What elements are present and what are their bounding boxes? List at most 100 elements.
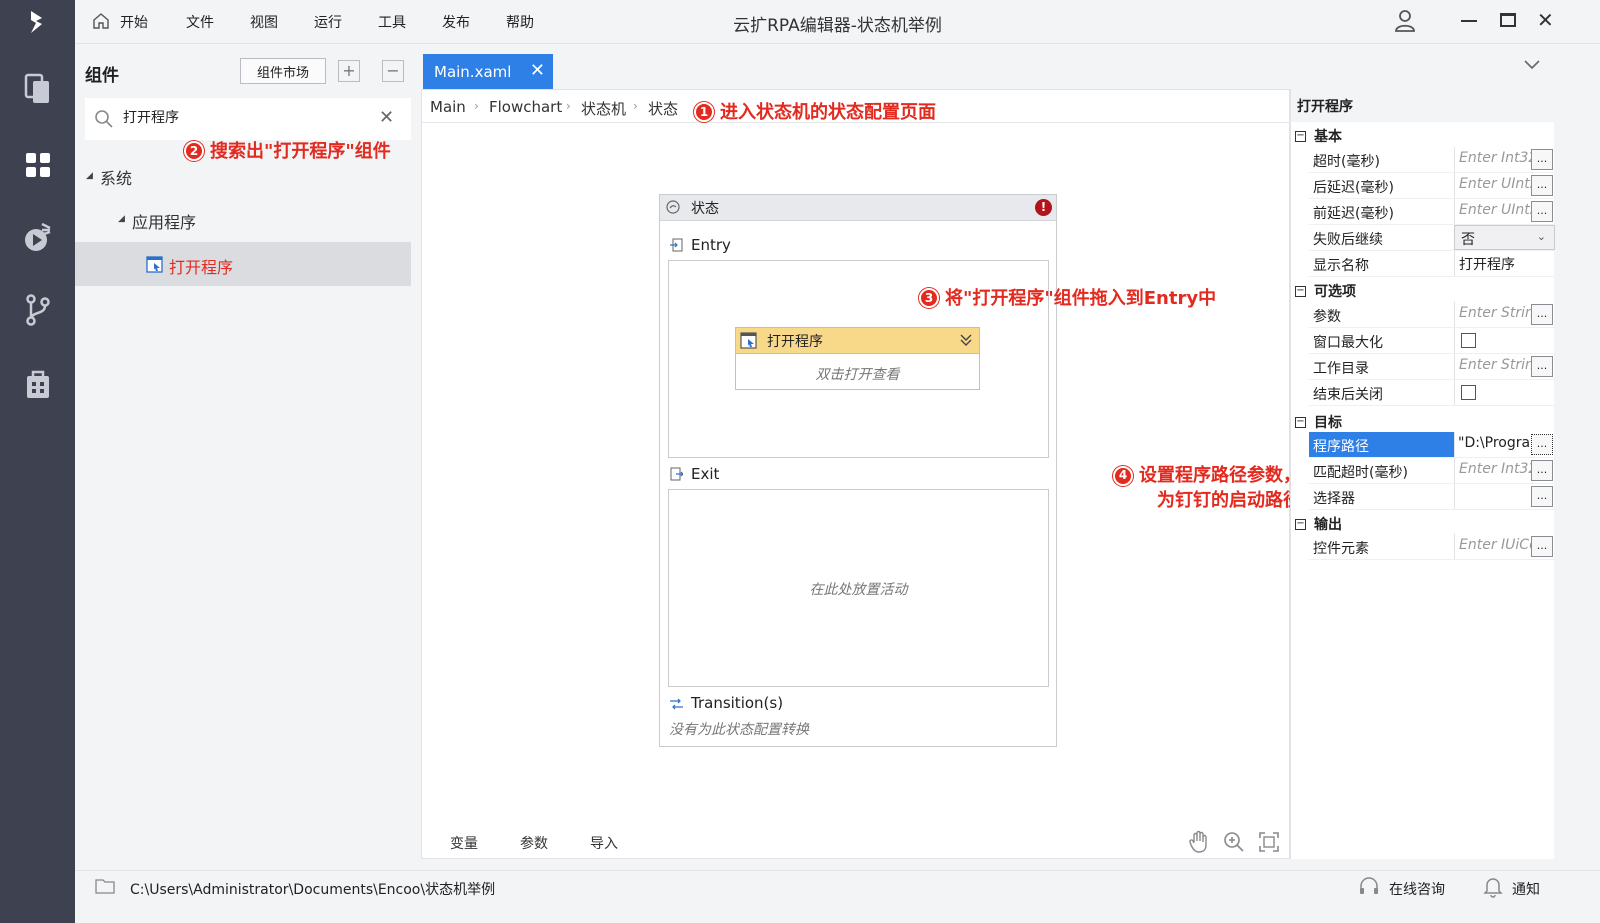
tab-imports[interactable]: 导入 <box>590 833 618 853</box>
error-icon[interactable]: ! <box>1035 199 1052 216</box>
prop-workdir: 工作目录 Enter String... <box>1309 354 1555 380</box>
expand-arrow-icon[interactable]: ◢ <box>86 171 93 181</box>
more-button[interactable]: ... <box>1531 149 1553 170</box>
close-window-icon[interactable]: ✕ <box>1537 10 1554 30</box>
crumb-state[interactable]: 状态 <box>648 98 678 119</box>
more-button[interactable]: ... <box>1531 304 1553 325</box>
tab-main-xaml[interactable]: Main.xaml ✕ <box>423 54 553 89</box>
prop-value-field[interactable]: Enter Int32... <box>1454 147 1555 172</box>
prop-value-field[interactable]: "D:\Progra... <box>1454 432 1555 457</box>
crumb-state-machine[interactable]: 状态机 <box>581 98 626 119</box>
prop-name: 窗口最大化 <box>1313 335 1383 351</box>
notify-link[interactable]: 通知 <box>1512 879 1540 899</box>
category-label: 基本 <box>1314 129 1342 145</box>
properties-panel: 打开程序 − 基本 超时(毫秒) Enter Int32... 后延迟(毫秒) E… <box>1290 89 1555 859</box>
state-activity[interactable]: 状态 ! Entry Exit 在此处放置活动 Transition(s) 没有… <box>659 194 1057 747</box>
open-program-activity[interactable]: 打开程序 双击打开查看 <box>735 327 980 390</box>
search-input[interactable] <box>123 109 363 125</box>
branch-icon[interactable] <box>0 287 75 333</box>
zoom-in-icon[interactable] <box>1222 830 1246 858</box>
more-button[interactable]: ... <box>1531 434 1553 455</box>
prop-timeout: 超时(毫秒) Enter Int32... <box>1309 147 1555 173</box>
components-panel: 组件 组件市场 + − ✕ ◢ 系统 ◢ 应用程序 打开程序 <box>75 44 421 886</box>
package-icon[interactable] <box>0 362 75 408</box>
prop-value: 打开程序 <box>1459 257 1515 273</box>
expand-arrow-icon[interactable]: ◢ <box>118 214 125 224</box>
tab-arguments[interactable]: 参数 <box>520 833 548 853</box>
more-button[interactable]: ... <box>1531 356 1553 377</box>
files-icon[interactable] <box>0 66 75 112</box>
category-basic[interactable]: − 基本 <box>1295 126 1342 146</box>
bell-icon[interactable] <box>1483 876 1503 902</box>
double-chevron-down-icon[interactable] <box>960 333 972 351</box>
state-header: 状态 ! <box>660 195 1056 221</box>
close-after-checkbox[interactable] <box>1461 385 1476 400</box>
minimize-icon[interactable] <box>1461 20 1477 22</box>
expand-all-icon[interactable]: + <box>338 60 360 82</box>
prop-value-field[interactable]: Enter String... <box>1454 302 1555 327</box>
online-consult-link[interactable]: 在线咨询 <box>1389 879 1445 899</box>
hand-pan-icon[interactable] <box>1187 830 1211 858</box>
exit-placeholder: 在此处放置活动 <box>809 582 908 598</box>
prop-value-field[interactable]: 打开程序 <box>1454 251 1555 276</box>
tab-variables[interactable]: 变量 <box>450 833 478 853</box>
annotation-badge: 2 <box>184 141 204 161</box>
chevron-right-icon: › <box>474 99 479 113</box>
prop-name: 控件元素 <box>1313 541 1369 557</box>
annotation-badge: 4 <box>1113 465 1133 486</box>
prop-value-field[interactable]: Enter IUiControl... <box>1454 534 1555 559</box>
prop-value-field[interactable]: ... <box>1454 484 1555 509</box>
tree-node-open-program[interactable]: 打开程序 <box>75 242 411 286</box>
editor-tab-bar: Main.xaml ✕ <box>421 44 1600 90</box>
prop-name: 超时(毫秒) <box>1313 154 1380 170</box>
annotation-text: 进入状态机的状态配置页面 <box>720 102 936 123</box>
prop-value-field[interactable]: Enter UInt32... <box>1454 173 1555 198</box>
tree-node-system[interactable]: 系统 <box>100 165 132 189</box>
components-icon[interactable] <box>0 142 75 188</box>
project-path: C:\Users\Administrator\Documents\Encoo\状… <box>130 882 496 898</box>
user-icon[interactable] <box>1394 9 1416 37</box>
debug-run-icon[interactable] <box>0 214 75 260</box>
collapse-all-icon[interactable]: − <box>382 60 404 82</box>
more-button[interactable]: ... <box>1531 486 1553 507</box>
close-tab-icon[interactable]: ✕ <box>530 60 545 81</box>
prop-name: 失败后继续 <box>1313 232 1383 248</box>
prop-value-field[interactable]: Enter UInt32... <box>1454 199 1555 224</box>
collapse-icon[interactable]: − <box>1295 518 1306 530</box>
prop-value-field <box>1454 380 1555 405</box>
more-button[interactable]: ... <box>1531 175 1553 196</box>
headset-icon[interactable] <box>1358 877 1380 901</box>
designer-canvas: Main › Flowchart › 状态机 › 状态 状态 ! Entry E… <box>421 89 1301 859</box>
category-optional[interactable]: − 可选项 <box>1295 281 1356 301</box>
prop-select[interactable]: 否 ⌄ <box>1454 225 1555 250</box>
category-label: 输出 <box>1314 517 1342 533</box>
activity-header: 打开程序 <box>736 328 979 354</box>
maximize-checkbox[interactable] <box>1461 333 1476 348</box>
tree-node-application[interactable]: 应用程序 <box>132 209 196 233</box>
clear-search-icon[interactable]: ✕ <box>379 107 394 128</box>
crumb-flowchart[interactable]: Flowchart <box>489 98 562 116</box>
chevron-down-icon[interactable] <box>1524 58 1540 74</box>
collapse-icon[interactable]: − <box>1295 285 1306 297</box>
exit-drop-zone[interactable]: 在此处放置活动 <box>668 489 1049 687</box>
collapse-icon[interactable]: − <box>1295 416 1306 428</box>
prop-value: "D:\Progra <box>1458 435 1530 451</box>
crumb-main[interactable]: Main <box>430 98 466 116</box>
collapse-icon[interactable]: − <box>1295 130 1306 142</box>
prop-selector: 选择器 ... <box>1309 484 1555 510</box>
category-output[interactable]: − 输出 <box>1295 514 1342 534</box>
prop-display-name: 显示名称 打开程序 <box>1309 251 1555 277</box>
transition-icon <box>669 698 684 714</box>
component-market-button[interactable]: 组件市场 <box>240 58 326 84</box>
prop-value-field[interactable]: Enter String... <box>1454 354 1555 379</box>
fit-screen-icon[interactable] <box>1257 830 1281 858</box>
state-title: 状态 <box>691 201 719 217</box>
category-target[interactable]: − 目标 <box>1295 412 1342 432</box>
more-button[interactable]: ... <box>1531 201 1553 222</box>
maximize-icon[interactable] <box>1500 13 1516 27</box>
more-button[interactable]: ... <box>1531 460 1553 481</box>
more-button[interactable]: ... <box>1531 536 1553 557</box>
exit-icon <box>670 467 684 485</box>
prop-value-field[interactable]: Enter Int32... <box>1454 458 1555 483</box>
left-rail <box>0 0 75 923</box>
